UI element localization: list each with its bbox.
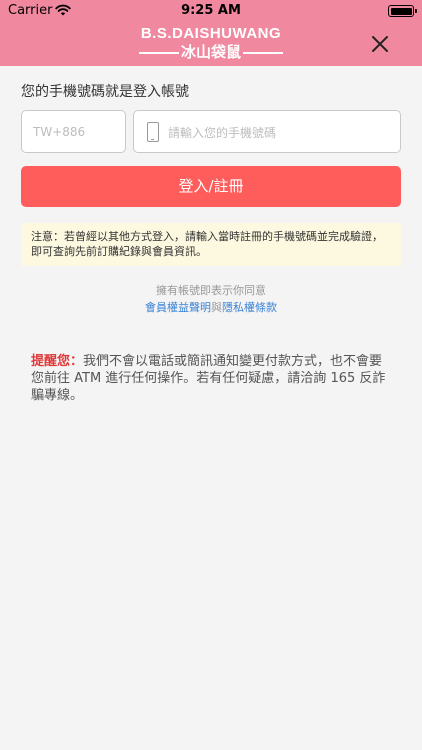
notice-text: 注意：若曾經以其他方式登入，請輸入當時註冊的手機號碼並完成驗證，即可查詢先前訂購… bbox=[31, 230, 383, 258]
agreement-links: 會員權益聲明與隱私權條款 bbox=[0, 299, 422, 315]
country-code-field[interactable]: TW+886 bbox=[21, 110, 126, 153]
logo-chinese-name: 冰山袋鼠 bbox=[180, 43, 241, 61]
logo-divider-left bbox=[139, 52, 179, 54]
close-icon[interactable] bbox=[368, 32, 392, 56]
reminder-label: 提醒您： bbox=[31, 354, 84, 369]
status-bar: Carrier 9:25 AM bbox=[0, 0, 422, 22]
phone-number-field[interactable]: 請輸入您的手機號碼 bbox=[133, 110, 401, 153]
login-prompt: 您的手機號碼就是登入帳號 bbox=[21, 84, 189, 100]
brand-logo: B.S.DAISHUWANG 冰山袋鼠 bbox=[111, 26, 311, 62]
phone-placeholder: 請輸入您的手機號碼 bbox=[168, 126, 277, 140]
country-code-placeholder: TW+886 bbox=[33, 125, 86, 139]
notice-box: 注意：若曾經以其他方式登入，請輸入當時註冊的手機號碼並完成驗證，即可查詢先前訂購… bbox=[21, 223, 401, 266]
battery-icon bbox=[388, 5, 417, 17]
agreement-conjunction: 與 bbox=[211, 301, 222, 314]
privacy-policy-link[interactable]: 隱私權條款 bbox=[222, 301, 277, 314]
clock: 9:25 AM bbox=[181, 3, 241, 18]
logo-divider-right bbox=[243, 52, 283, 54]
logo-wordmark: B.S.DAISHUWANG bbox=[140, 25, 282, 42]
mobile-phone-icon bbox=[147, 122, 159, 142]
fraud-reminder: 提醒您：我們不會以電話或簡訊通知變更付款方式，也不會要您前往 ATM 進行任何操… bbox=[31, 353, 391, 404]
login-register-button[interactable]: 登入/註冊 bbox=[21, 166, 401, 207]
reminder-text: 我們不會以電話或簡訊通知變更付款方式，也不會要您前往 ATM 進行任何操作。若有… bbox=[31, 354, 386, 403]
member-terms-link[interactable]: 會員權益聲明 bbox=[145, 301, 211, 314]
agreement-text: 擁有帳號即表示你同意 bbox=[156, 284, 266, 297]
